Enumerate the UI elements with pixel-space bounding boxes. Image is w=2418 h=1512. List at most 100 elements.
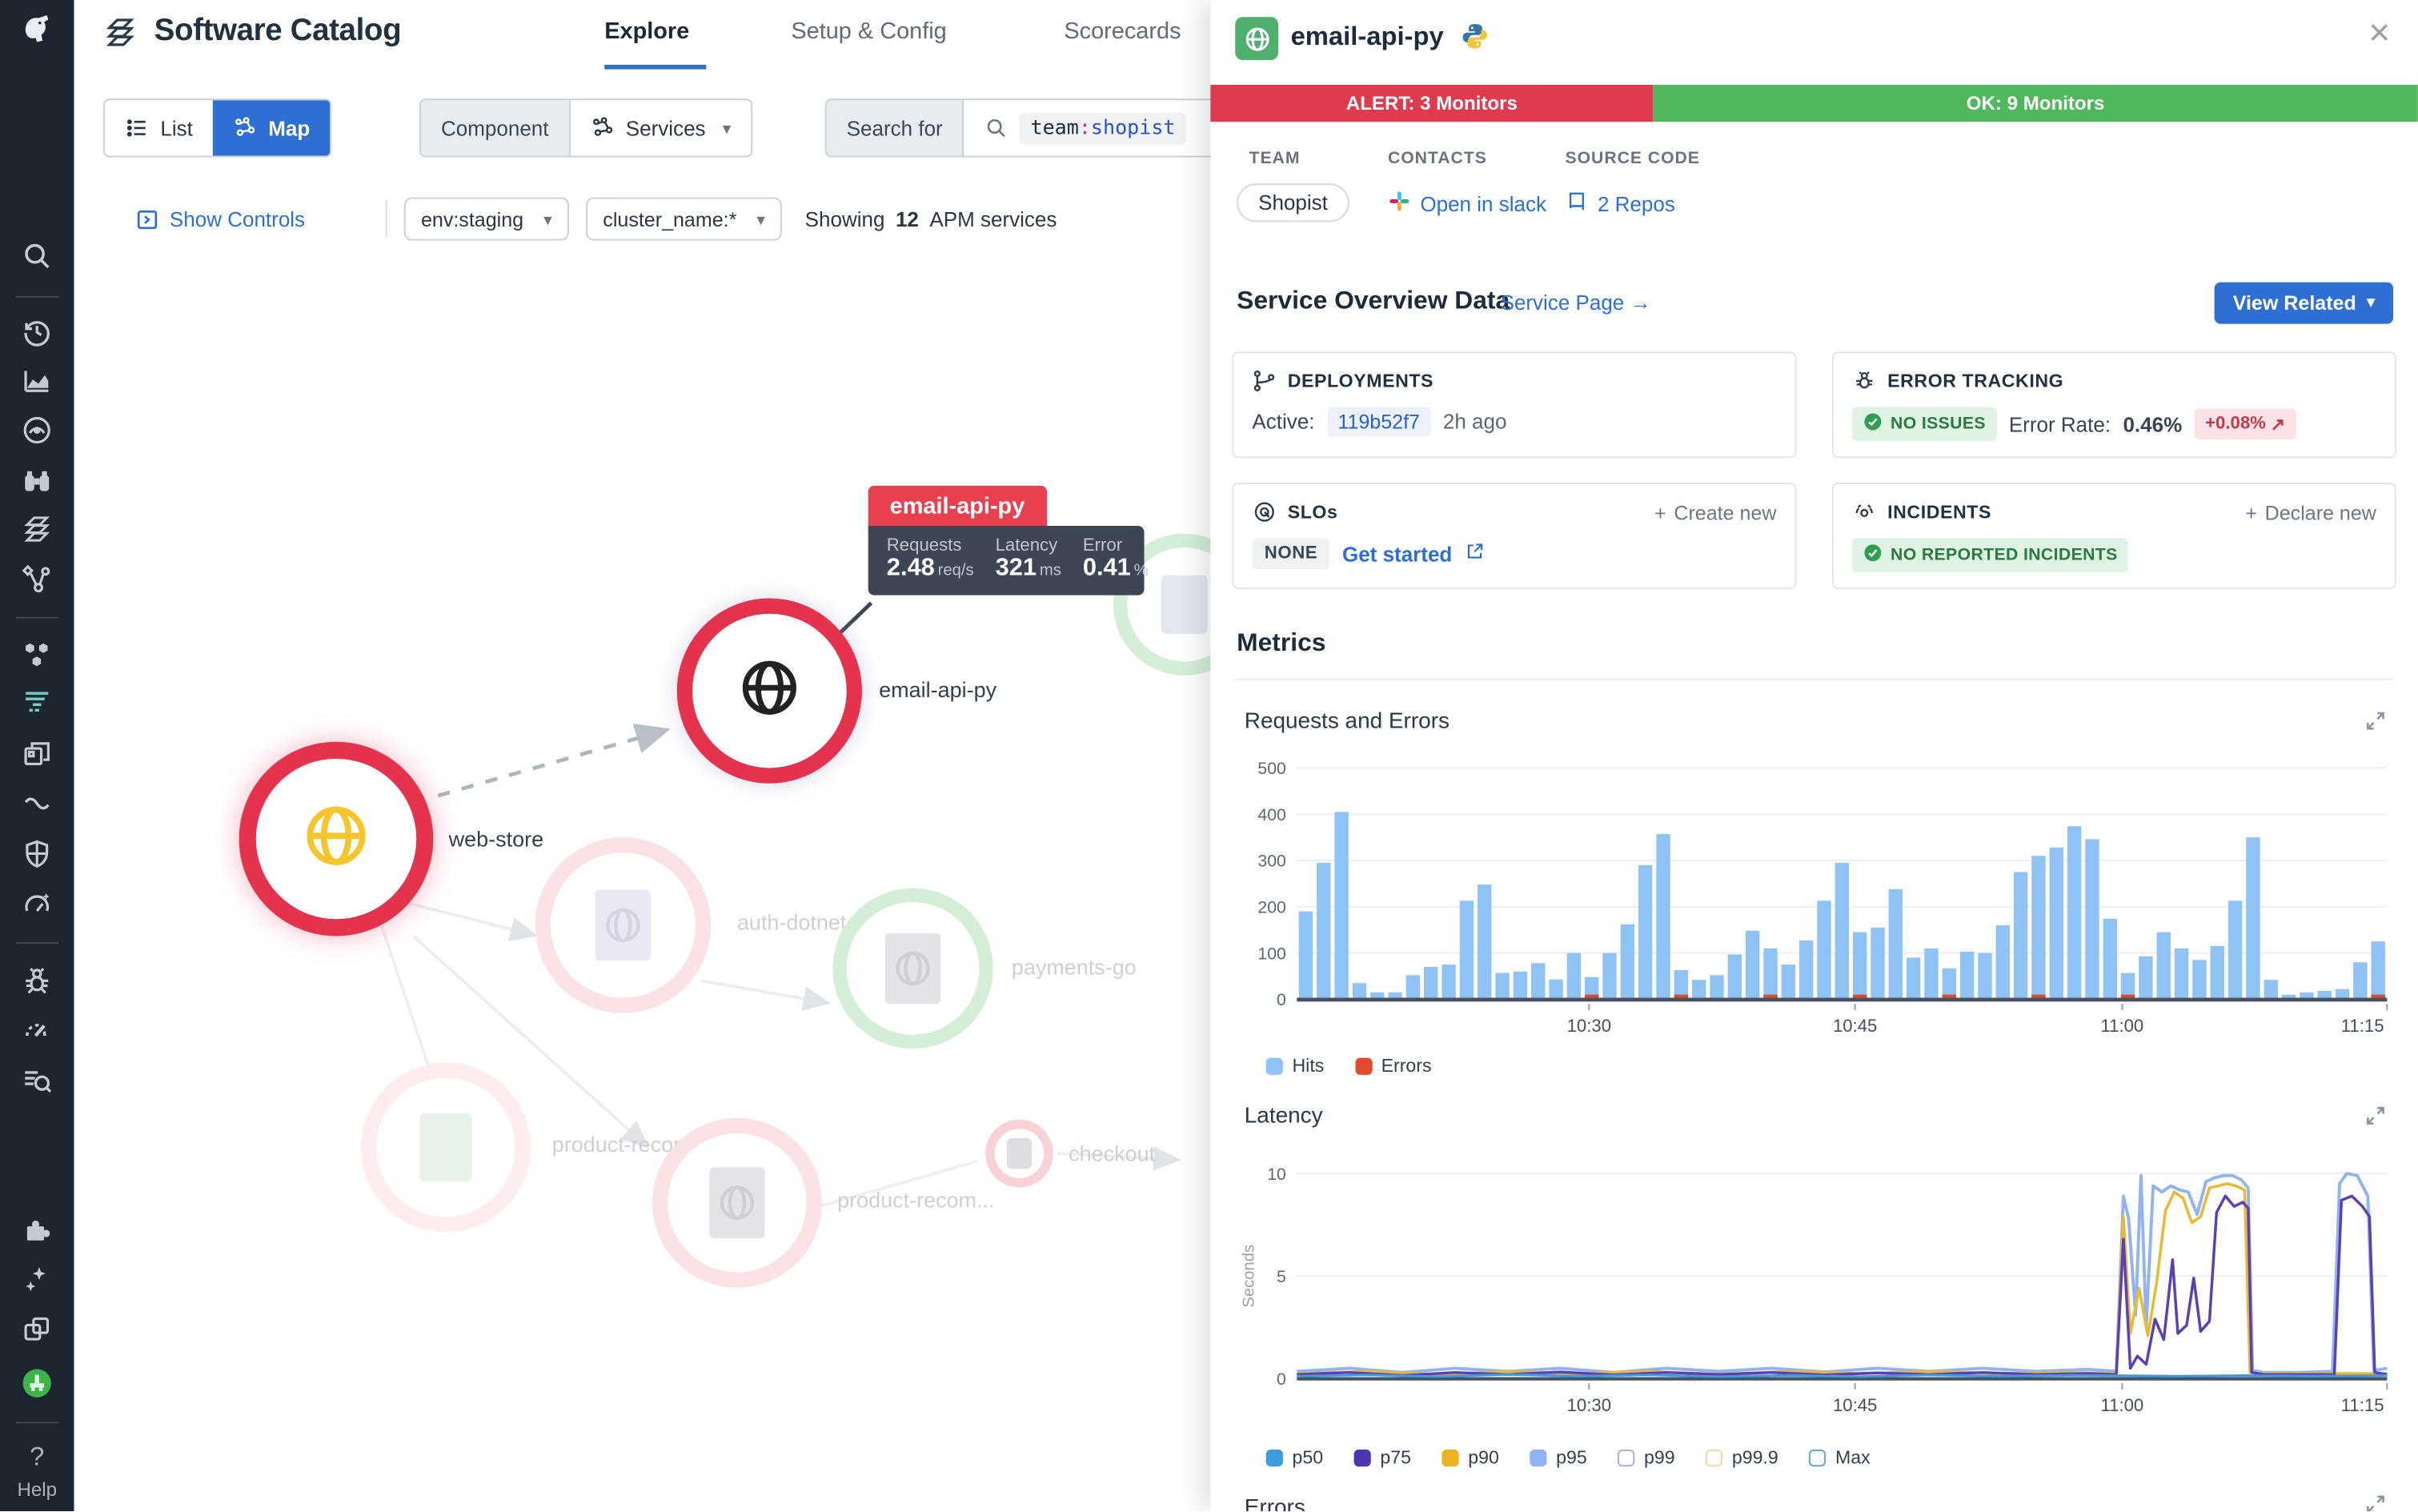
incidents-card: INCIDENTS +Declare new NO REPORTED INCID… <box>1832 483 2396 589</box>
ci-pipelines-icon[interactable] <box>20 788 54 821</box>
error-delta-badge[interactable]: +0.08% ↗ <box>2195 409 2296 440</box>
legend-item-Errors[interactable]: Errors <box>1355 1055 1432 1077</box>
search-query[interactable]: team:shopist <box>1020 112 1186 144</box>
error-tracking-bug-icon[interactable] <box>20 964 54 997</box>
audit-trail-icon[interactable] <box>20 1064 54 1097</box>
security-shield-icon[interactable] <box>20 837 54 871</box>
map-view-button[interactable]: Map <box>213 100 330 155</box>
svg-text:11:15: 11:15 <box>2341 1016 2384 1036</box>
open-in-slack-link[interactable]: Open in slack <box>1388 190 1546 218</box>
node-product-recom-2[interactable] <box>652 1118 822 1288</box>
quality-gauge-icon[interactable] <box>20 888 54 922</box>
svg-text:5: 5 <box>1277 1268 1286 1286</box>
latency-chart[interactable]: 051010:3010:4511:0011:15Seconds <box>1235 1145 2393 1438</box>
tab-explore[interactable]: Explore <box>604 18 689 45</box>
list-view-button[interactable]: List <box>105 100 213 155</box>
service-map-nav-icon[interactable] <box>20 563 54 596</box>
incident-siren-icon <box>1852 499 1877 524</box>
page-title: Software Catalog <box>154 14 402 49</box>
help-label[interactable]: Help <box>0 1479 74 1501</box>
logs-icon[interactable] <box>20 686 54 720</box>
deployment-version-chip[interactable]: 119b52f7 <box>1327 407 1431 437</box>
cluster-filter-dropdown[interactable]: cluster_name:*▾ <box>586 198 782 241</box>
apps-windows-icon[interactable] <box>20 737 54 771</box>
create-new-slo-button[interactable]: +Create new <box>1654 500 1776 523</box>
legend-item-p90[interactable]: p90 <box>1442 1446 1498 1468</box>
legend-item-p99.9[interactable]: p99.9 <box>1706 1446 1778 1468</box>
panel-service-name: email-api-py <box>1291 22 1444 53</box>
error-tracking-card: ERROR TRACKING NO ISSUES Error Rate: 0.4… <box>1832 351 2396 458</box>
component-label: Component <box>421 100 570 155</box>
legend-item-p99[interactable]: p99 <box>1618 1446 1674 1468</box>
legend-item-p75[interactable]: p75 <box>1354 1446 1411 1468</box>
tab-scorecards[interactable]: Scorecards <box>1064 18 1181 45</box>
latency-chart-title: Latency <box>1245 1104 1323 1129</box>
services-dropdown[interactable]: Services ▾ <box>570 100 751 155</box>
node-product-recom-1[interactable] <box>361 1062 531 1232</box>
metrics-chart-icon[interactable] <box>20 364 54 398</box>
node-auth-dotnet[interactable] <box>535 837 712 1013</box>
expand-icon[interactable] <box>2364 709 2387 732</box>
svg-text:0: 0 <box>1277 1370 1286 1389</box>
service-detail-panel: email-api-py × ALERT: 3 Monitors OK: 9 M… <box>1210 0 2418 1511</box>
svg-text:0: 0 <box>1277 991 1286 1009</box>
datadog-logo-icon[interactable] <box>20 12 54 46</box>
svg-text:10: 10 <box>1267 1165 1286 1184</box>
node-label-auth-dotnet: auth-dotnet <box>737 910 846 935</box>
alert-monitors-segment[interactable]: ALERT: 3 Monitors <box>1210 85 1653 122</box>
tooltip-requests: Requests 2.48req/s <box>887 536 974 583</box>
legend-item-Max[interactable]: Max <box>1809 1446 1870 1468</box>
overview-section-title: Service Overview Data <box>1237 287 1510 316</box>
node-checkout[interactable] <box>985 1120 1053 1188</box>
python-icon <box>1460 22 1490 51</box>
requests-chart-legend[interactable]: Hits Errors <box>1266 1055 1432 1077</box>
tooltip-title: email-api-py <box>868 486 1047 526</box>
svg-text:200: 200 <box>1257 899 1285 917</box>
show-controls-link[interactable]: Show Controls <box>136 198 306 241</box>
monitor-status-bar: ALERT: 3 Monitors OK: 9 Monitors <box>1210 85 2418 122</box>
ok-monitors-segment[interactable]: OK: 9 Monitors <box>1653 85 2418 122</box>
workspaces-icon[interactable] <box>20 1313 54 1346</box>
repos-link[interactable]: 2 Repos <box>1565 190 1674 218</box>
no-incidents-badge: NO REPORTED INCIDENTS <box>1852 538 2128 572</box>
user-avatar[interactable] <box>20 1366 54 1400</box>
legend-item-p95[interactable]: p95 <box>1530 1446 1586 1468</box>
svg-text:Seconds: Seconds <box>1240 1245 1257 1308</box>
node-payments-go[interactable] <box>832 888 992 1049</box>
expand-icon[interactable] <box>2364 1493 2387 1511</box>
get-started-link[interactable]: Get started <box>1342 542 1452 565</box>
close-icon[interactable]: × <box>2368 15 2390 52</box>
expand-icon[interactable] <box>2364 1104 2387 1127</box>
node-email-api-py[interactable] <box>677 599 862 784</box>
integrations-puzzle-icon[interactable] <box>20 1213 54 1247</box>
help-icon[interactable]: ? <box>0 1442 74 1473</box>
tooltip-latency: Latency 321ms <box>996 536 1061 583</box>
tooltip-error: Error 0.41% <box>1083 536 1149 583</box>
apm-binoculars-icon[interactable] <box>20 464 54 498</box>
requests-errors-chart[interactable]: 010020030040050010:3010:4511:0011:15 <box>1235 749 2393 1057</box>
node-web-store[interactable] <box>239 742 434 936</box>
team-pill[interactable]: Shopist <box>1237 183 1349 222</box>
view-related-button[interactable]: View Related▾ <box>2215 283 2393 324</box>
latency-chart-legend[interactable]: p50 p75 p90 p95 p99 p99.9 Max <box>1266 1446 1871 1468</box>
legend-item-p50[interactable]: p50 <box>1266 1446 1323 1468</box>
performance-gauge-icon[interactable] <box>20 1013 54 1047</box>
svg-text:11:00: 11:00 <box>2101 1395 2144 1415</box>
software-catalog-nav-icon[interactable] <box>20 514 54 547</box>
svg-text:10:30: 10:30 <box>1567 1016 1611 1036</box>
service-page-link[interactable]: Service Page → <box>1501 291 1651 315</box>
infrastructure-hexagons-icon[interactable] <box>20 639 54 672</box>
search-icon[interactable] <box>20 239 54 273</box>
tab-setup-config[interactable]: Setup & Config <box>791 18 946 45</box>
slack-icon <box>1388 190 1411 218</box>
env-filter-dropdown[interactable]: env:staging▾ <box>404 198 569 241</box>
bug-icon <box>1852 368 1877 393</box>
globe-icon <box>299 798 373 880</box>
show-controls-icon <box>136 207 159 231</box>
ai-sparkles-icon[interactable] <box>20 1263 54 1297</box>
chevron-down-icon: ▾ <box>2367 295 2375 311</box>
history-icon[interactable] <box>20 315 54 348</box>
watchdog-icon[interactable] <box>20 413 54 447</box>
legend-item-Hits[interactable]: Hits <box>1266 1055 1325 1077</box>
declare-new-incident-button[interactable]: +Declare new <box>2245 500 2376 523</box>
